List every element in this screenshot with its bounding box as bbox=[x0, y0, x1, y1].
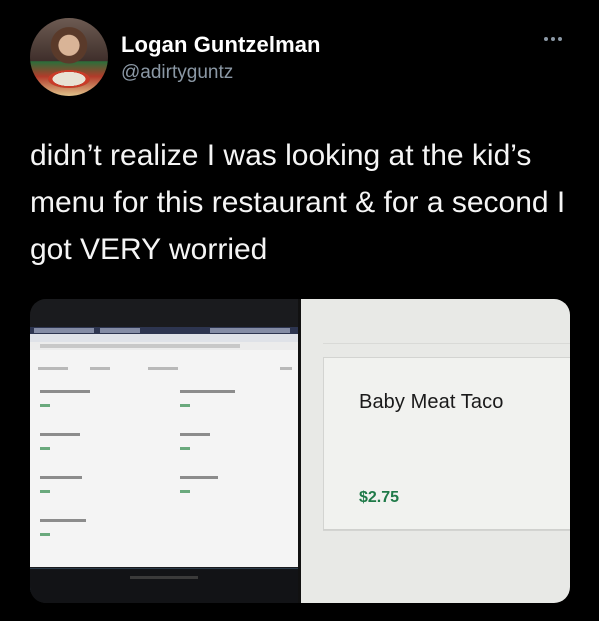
menu-item-price: $2.75 bbox=[359, 489, 400, 506]
laptop-menu-item bbox=[180, 390, 235, 407]
laptop-menu-item bbox=[180, 433, 210, 450]
laptop-menu-filters bbox=[30, 365, 298, 373]
menu-divider bbox=[323, 343, 570, 344]
laptop-screen bbox=[30, 327, 298, 592]
media-grid[interactable]: Baby Meat Taco $2.75 bbox=[30, 299, 570, 603]
user-handle[interactable]: @adirtyguntz bbox=[121, 62, 233, 84]
laptop-menu-item bbox=[40, 476, 82, 493]
laptop-browser-tabs bbox=[30, 334, 298, 342]
laptop-brand-text bbox=[130, 576, 198, 579]
tweet: Logan Guntzelman @adirtyguntz didn’t rea… bbox=[0, 0, 599, 621]
photo-zoomed-menu-item[interactable]: Baby Meat Taco $2.75 bbox=[301, 299, 570, 603]
tweet-text: didn’t realize I was looking at the kid’… bbox=[30, 139, 566, 266]
avatar-photo-plate bbox=[48, 70, 90, 88]
menu-item-name: Baby Meat Taco bbox=[359, 391, 504, 413]
laptop-bezel bbox=[30, 569, 298, 603]
avatar[interactable] bbox=[30, 18, 108, 96]
laptop-menu-item bbox=[180, 476, 218, 493]
display-name[interactable]: Logan Guntzelman bbox=[121, 32, 321, 58]
laptop-menu-item bbox=[40, 390, 90, 407]
photo-laptop-screen[interactable] bbox=[30, 299, 298, 603]
laptop-url-bar bbox=[30, 342, 298, 350]
laptop-menu-item bbox=[40, 433, 80, 450]
menu-divider bbox=[323, 529, 570, 530]
laptop-menu-item bbox=[40, 519, 86, 536]
more-options-icon[interactable] bbox=[544, 34, 568, 44]
laptop-menubar bbox=[30, 327, 298, 334]
